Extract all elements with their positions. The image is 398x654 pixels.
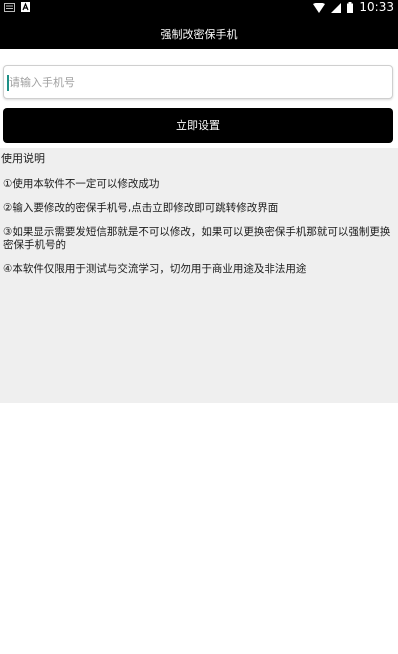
notification-a-icon [21, 2, 30, 12]
wifi-icon [313, 2, 326, 13]
sim-icon [4, 2, 15, 12]
set-now-button[interactable]: 立即设置 [3, 108, 393, 143]
phone-input-placeholder: 请输入手机号 [9, 76, 75, 89]
set-now-button-label: 立即设置 [176, 118, 220, 132]
status-right-icons: 10:33 [313, 1, 394, 14]
phone-number-input[interactable]: 请输入手机号 [3, 65, 393, 99]
instruction-item-3: ③如果显示需要发短信那就是不可以修改，如果可以更换密保手机那就可以强制更换密保手… [3, 226, 391, 251]
instructions-title: 使用说明 [1, 152, 45, 165]
battery-icon [347, 2, 354, 13]
status-left-icons [4, 2, 30, 12]
instruction-item-4: ④本软件仅限用于测试与交流学习，切勿用于商业用途及非法用途 [3, 263, 307, 275]
instruction-item-1: ①使用本软件不一定可以修改成功 [3, 178, 160, 190]
app-title: 强制改密保手机 [160, 28, 238, 41]
status-bar: 10:33 [0, 0, 398, 15]
screen: 10:33 强制改密保手机 请输入手机号 立即设置 使用说明 ①使用本软件不一定… [0, 0, 398, 654]
signal-icon [331, 2, 342, 13]
instruction-item-2: ②输入要修改的密保手机号,点击立即修改即可跳转修改界面 [3, 202, 279, 214]
instructions-panel: 使用说明 ①使用本软件不一定可以修改成功 ②输入要修改的密保手机号,点击立即修改… [0, 148, 398, 403]
app-bar: 强制改密保手机 [0, 15, 398, 49]
status-time: 10:33 [359, 0, 394, 14]
